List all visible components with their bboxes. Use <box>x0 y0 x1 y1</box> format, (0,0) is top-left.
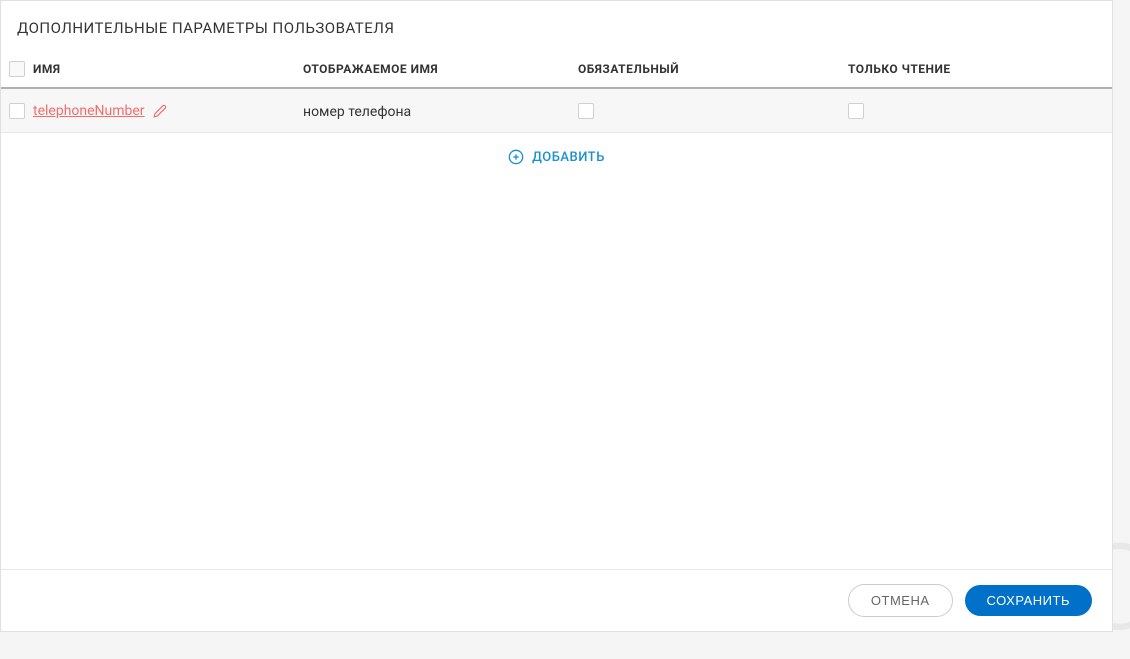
table-container: ИМЯ ОТОБРАЖАЕМОЕ ИМЯ ОБЯЗАТЕЛЬНЫЙ ТОЛЬКО… <box>1 51 1112 569</box>
row-required-checkbox[interactable] <box>578 103 594 119</box>
column-header-name[interactable]: ИМЯ <box>33 62 303 76</box>
column-header-display[interactable]: ОТОБРАЖАЕМОЕ ИМЯ <box>303 62 578 76</box>
modal-footer: ОТМЕНА СОХРАНИТЬ <box>1 569 1112 631</box>
modal-title: ДОПОЛНИТЕЛЬНЫЕ ПАРАМЕТРЫ ПОЛЬЗОВАТЕЛЯ <box>17 19 1096 37</box>
table-row: telephoneNumber номер телефона <box>1 89 1112 133</box>
column-header-required[interactable]: ОБЯЗАТЕЛЬНЫЙ <box>578 62 848 76</box>
column-header-readonly[interactable]: ТОЛЬКО ЧТЕНИЕ <box>848 62 1112 76</box>
row-readonly-checkbox[interactable] <box>848 103 864 119</box>
save-button[interactable]: СОХРАНИТЬ <box>965 585 1092 616</box>
row-checkbox[interactable] <box>9 103 25 119</box>
add-label: ДОБАВИТЬ <box>532 150 605 165</box>
user-params-modal: ДОПОЛНИТЕЛЬНЫЕ ПАРАМЕТРЫ ПОЛЬЗОВАТЕЛЯ ИМ… <box>0 0 1113 632</box>
cancel-button[interactable]: ОТМЕНА <box>848 584 953 617</box>
row-display-name: номер телефона <box>303 104 411 120</box>
table-header-row: ИМЯ ОТОБРАЖАЕМОЕ ИМЯ ОБЯЗАТЕЛЬНЫЙ ТОЛЬКО… <box>1 51 1112 89</box>
add-button[interactable]: ДОБАВИТЬ <box>1 133 1112 181</box>
row-name-link[interactable]: telephoneNumber <box>33 103 145 119</box>
select-all-checkbox[interactable] <box>9 61 25 77</box>
modal-header: ДОПОЛНИТЕЛЬНЫЕ ПАРАМЕТРЫ ПОЛЬЗОВАТЕЛЯ <box>1 1 1112 51</box>
plus-circle-icon <box>508 149 524 165</box>
edit-icon[interactable] <box>153 104 167 118</box>
